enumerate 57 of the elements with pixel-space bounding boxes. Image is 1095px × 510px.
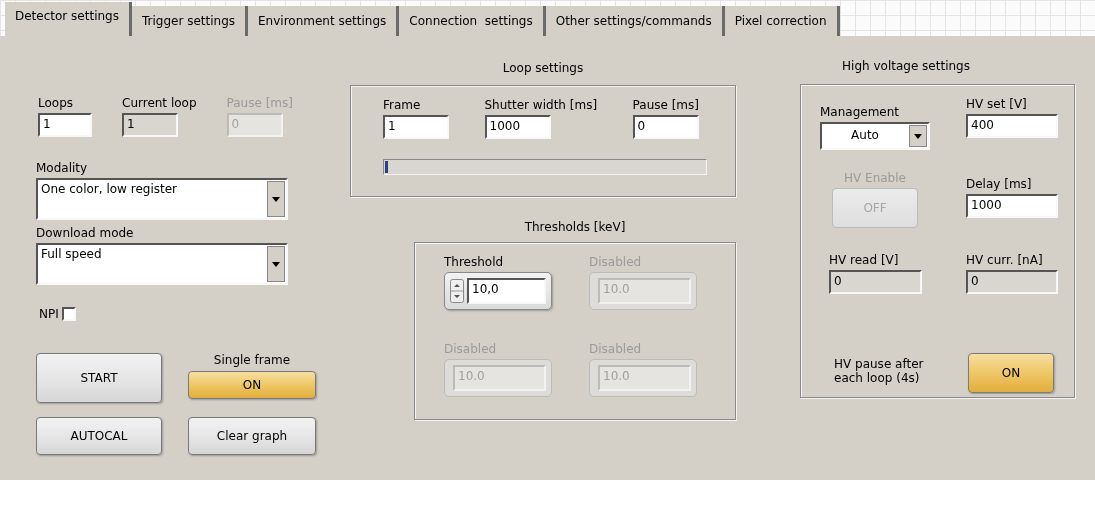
field-label: Threshold <box>444 255 504 269</box>
checkbox-label: NPI <box>39 307 59 321</box>
caret-icon <box>272 196 280 202</box>
tab[interactable]: Detector settings <box>5 2 132 36</box>
field-label: Disabled <box>589 342 642 356</box>
start-button[interactable]: START <box>36 353 162 403</box>
numeric-field[interactable]: 10,0 <box>467 278 546 304</box>
tab[interactable]: Trigger settings <box>131 6 249 36</box>
input-field[interactable]: 1000 <box>484 115 551 139</box>
caret-icon <box>914 133 922 139</box>
tab[interactable]: Other settings/commands <box>545 6 725 36</box>
field-label: Delay [ms] <box>966 177 1032 191</box>
field-label: Management <box>820 105 900 119</box>
autocal-button[interactable]: AUTOCAL <box>36 417 162 455</box>
toggle-label: Single frame <box>213 353 291 367</box>
section-title: Loop settings <box>502 61 584 75</box>
caret-icon <box>272 261 280 267</box>
input-field[interactable]: 1000 <box>966 194 1058 218</box>
numeric-field: 10.0 <box>598 278 691 304</box>
section-title: Thresholds [keV] <box>524 220 626 234</box>
numeric-field: 10.0 <box>453 365 546 391</box>
toggle-label: HV Enable <box>844 171 906 185</box>
field-label: Pause [ms] <box>226 96 293 110</box>
dropdown[interactable]: One color, low register <box>36 178 288 220</box>
tab[interactable]: Pixel correction <box>724 6 840 36</box>
toggle-button[interactable]: ON <box>188 371 316 399</box>
field-label: HV read [V] <box>829 253 899 267</box>
field-label: Disabled <box>589 255 642 269</box>
toggle-label: HV pause after each loop (4s) <box>833 356 925 387</box>
input-field[interactable]: 400 <box>966 114 1058 138</box>
dropdown[interactable]: Full speed <box>36 243 288 285</box>
tab[interactable]: Connection settings <box>399 6 546 36</box>
tab[interactable]: Environment settings <box>248 6 400 36</box>
dropdown[interactable]: Auto <box>820 122 930 150</box>
field-label: HV set [V] <box>966 97 1027 111</box>
input-field[interactable]: 1 <box>38 113 92 137</box>
section-title: High voltage settings <box>842 59 970 73</box>
field-label: Download mode <box>36 226 134 240</box>
field-label: Modality <box>36 161 88 175</box>
indicator-field: 1 <box>122 113 178 137</box>
field-label: Frame <box>383 98 421 112</box>
checkbox[interactable] <box>61 307 76 321</box>
field-label: Shutter width [ms] <box>484 98 598 112</box>
field-label: Disabled <box>444 342 497 356</box>
indicator-field: 0 <box>829 270 922 294</box>
field-label: Pause [ms] <box>632 98 699 112</box>
toggle-button[interactable]: ON <box>968 353 1054 393</box>
field-label: HV curr. [nA] <box>966 253 1043 267</box>
spinner-icon[interactable] <box>450 279 464 303</box>
input-field[interactable]: 0 <box>632 115 699 139</box>
clear-graph-button[interactable]: Clear graph <box>188 417 316 455</box>
field-label: Loops <box>38 96 74 110</box>
indicator-field: 0 <box>966 270 1058 294</box>
numeric-field: 10.0 <box>598 365 691 391</box>
indicator-field: 0 <box>226 113 283 137</box>
input-field[interactable]: 1 <box>383 115 449 139</box>
field-label: Current loop <box>122 96 197 110</box>
